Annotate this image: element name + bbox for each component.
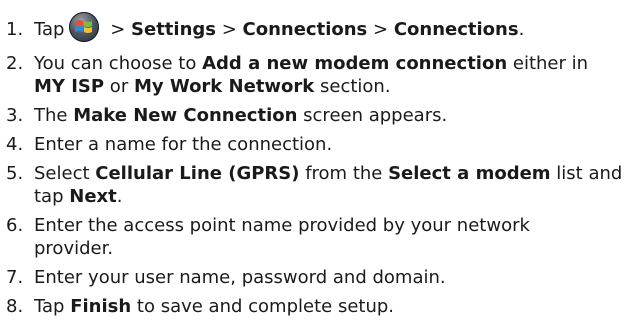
step-text: Tap > Settings > Connections > Connectio…: [34, 12, 524, 42]
step-number: 7.: [6, 267, 24, 288]
step-6-continuation: provider.: [34, 238, 114, 259]
step-text: Enter your user name, password and domai…: [34, 267, 446, 288]
step-text: You can choose to Add a new modem connec…: [34, 53, 589, 74]
step-number: 5.: [6, 163, 24, 184]
step-text: The Make New Connection screen appears.: [34, 105, 448, 126]
step-number: 6.: [6, 215, 24, 236]
step-number: 8.: [6, 296, 24, 317]
step-text: Enter a name for the connection.: [34, 134, 333, 155]
step-number: 3.: [6, 105, 24, 126]
step-text: Enter the access point name provided by …: [34, 215, 530, 236]
step-text: Tap Finish to save and complete setup.: [34, 296, 395, 317]
instruction-steps: 1. Tap > Settings > Connections > Connec…: [0, 0, 626, 330]
step-number: 4.: [6, 134, 24, 155]
step-number: 2.: [6, 53, 24, 74]
windows-start-icon: [69, 12, 100, 42]
step-5-continuation: tap Next.: [34, 186, 123, 207]
step-2-continuation: MY ISP or My Work Network section.: [34, 76, 391, 97]
step-text: Select Cellular Line (GPRS) from the Sel…: [34, 163, 623, 184]
step-number: 1.: [6, 19, 24, 40]
